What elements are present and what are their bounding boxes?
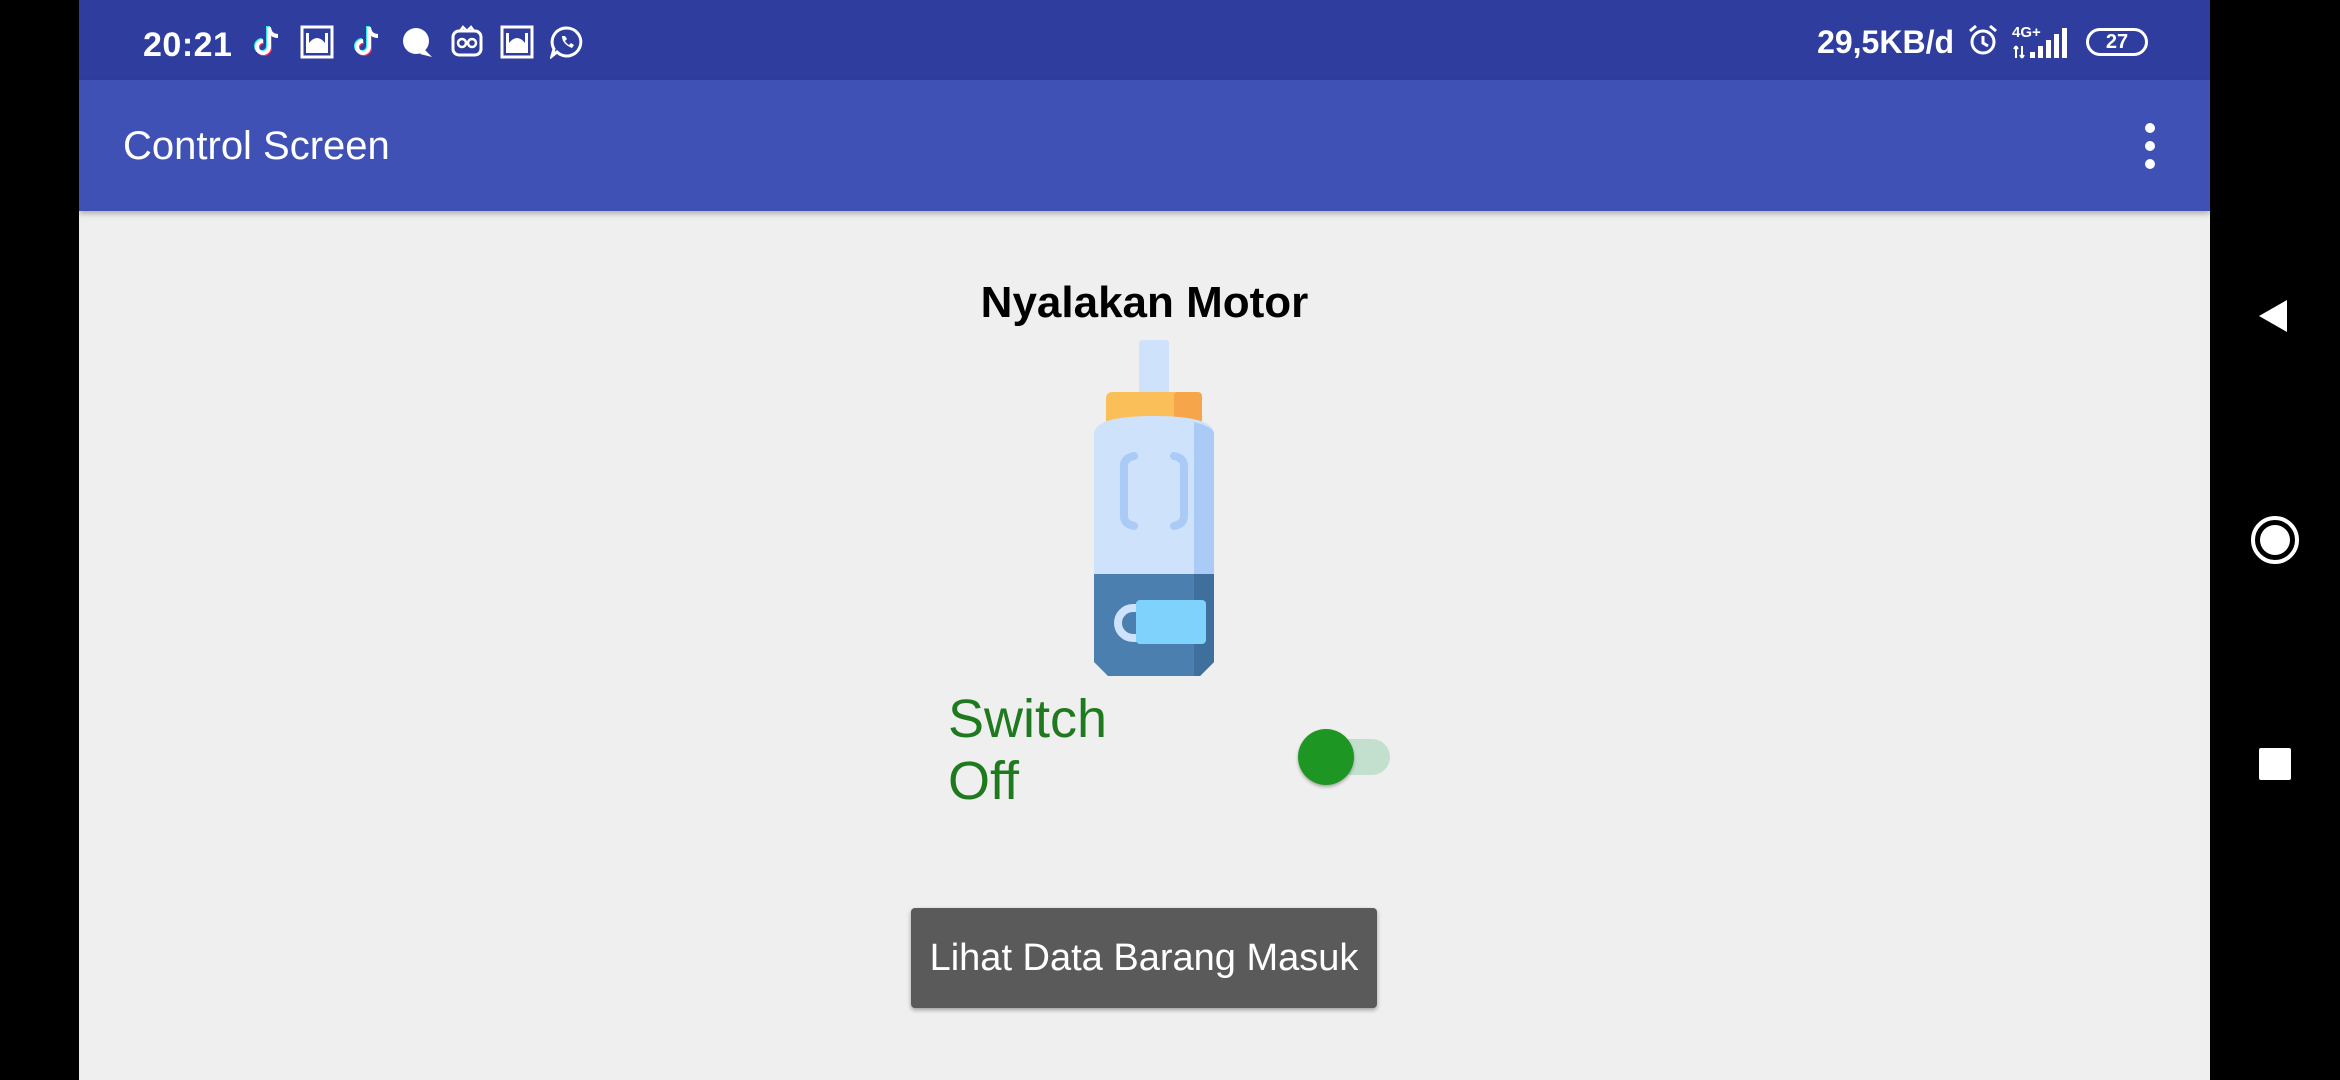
app-title: Control Screen bbox=[123, 124, 390, 168]
app-bar: Control Screen bbox=[79, 80, 2210, 211]
motor-switch-toggle[interactable] bbox=[1298, 723, 1390, 785]
owl-app-icon bbox=[449, 24, 485, 60]
mosque-app-icon bbox=[299, 24, 335, 60]
tiktok-icon bbox=[349, 24, 385, 60]
dc-motor-icon bbox=[1044, 336, 1264, 676]
status-bar: 20:21 29,5KB/d 4G+ 27 bbox=[79, 0, 2210, 80]
tiktok-icon bbox=[249, 24, 285, 60]
home-icon[interactable] bbox=[2210, 490, 2340, 590]
page-heading: Nyalakan Motor bbox=[980, 278, 1309, 327]
status-indicators: 29,5KB/d 4G+ 27 bbox=[1817, 22, 2148, 62]
navigation-bar bbox=[2210, 0, 2340, 1080]
alarm-icon bbox=[1966, 23, 2000, 62]
message-bubble-icon bbox=[399, 24, 435, 60]
switch-label: Switch Off bbox=[948, 689, 1108, 811]
app-screen: 20:21 29,5KB/d 4G+ 27 Control Screen Nya… bbox=[79, 0, 2210, 1080]
mosque-app-icon bbox=[499, 24, 535, 60]
whatsapp-icon bbox=[549, 24, 585, 60]
view-incoming-goods-button[interactable]: Lihat Data Barang Masuk bbox=[911, 908, 1377, 1008]
battery-icon: 27 bbox=[2086, 28, 2148, 56]
switch-thumb bbox=[1298, 729, 1354, 785]
signal-icon: 4G+ bbox=[2012, 24, 2074, 60]
notification-icons bbox=[249, 22, 585, 62]
back-icon[interactable] bbox=[2210, 266, 2340, 366]
status-time: 20:21 bbox=[143, 26, 233, 64]
motor-switch-row: Switch Off bbox=[948, 688, 1398, 818]
battery-level: 27 bbox=[2105, 30, 2129, 53]
more-vert-icon[interactable] bbox=[2130, 116, 2170, 176]
network-speed: 29,5KB/d bbox=[1817, 23, 1954, 60]
recents-icon[interactable] bbox=[2210, 714, 2340, 814]
